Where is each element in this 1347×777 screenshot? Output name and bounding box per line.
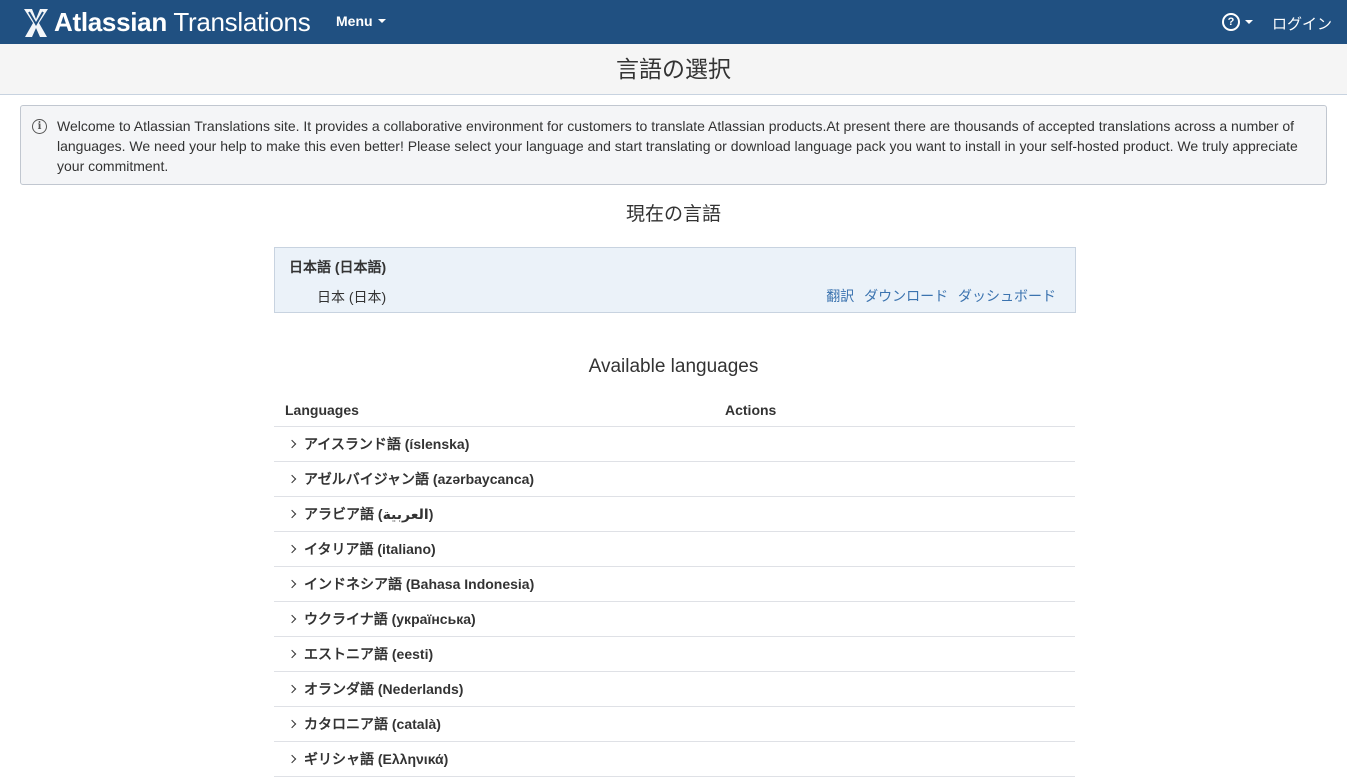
- dashboard-link[interactable]: ダッシュボード: [958, 288, 1056, 304]
- language-name: アイスランド語 (íslenska): [304, 436, 470, 452]
- language-cell: ウクライナ語 (українська): [274, 601, 714, 637]
- available-languages-table: Languages Actions アイスランド語 (íslenska) アゼル…: [274, 394, 1075, 777]
- language-name: エストニア語 (eesti): [304, 646, 434, 662]
- help-icon: ?: [1222, 13, 1240, 31]
- language-cell: カタロニア語 (català): [274, 706, 714, 742]
- info-icon: i: [32, 119, 47, 134]
- chevron-down-icon: [1245, 20, 1253, 24]
- language-name: アゼルバイジャン語 (azərbaycanca): [304, 471, 535, 487]
- chevron-right-icon: [287, 544, 297, 554]
- actions-cell: [714, 671, 1075, 707]
- chevron-right-icon: [287, 684, 297, 694]
- download-link[interactable]: ダウンロード: [864, 288, 948, 304]
- language-name: イタリア語 (italiano): [304, 541, 436, 557]
- translate-link[interactable]: 翻訳: [826, 288, 854, 304]
- language-name: カタロニア語 (català): [304, 716, 441, 732]
- table-row[interactable]: ギリシャ語 (Ελληνικά): [274, 741, 1075, 777]
- actions-cell: [714, 461, 1075, 497]
- table-row[interactable]: アゼルバイジャン語 (azərbaycanca): [274, 461, 1075, 497]
- current-language-heading: 現在の言語: [625, 204, 721, 225]
- language-name: ギリシャ語 (Ελληνικά): [304, 751, 449, 767]
- menu-dropdown-button[interactable]: Menu: [336, 13, 386, 29]
- table-row[interactable]: オランダ語 (Nederlands): [274, 671, 1075, 707]
- chevron-right-icon: [287, 509, 297, 519]
- top-navigation-bar: Atlassian Translations Menu ? ログイン: [0, 0, 1347, 44]
- page-title-band: 言語の選択: [0, 44, 1347, 95]
- language-cell: アゼルバイジャン語 (azərbaycanca): [274, 461, 714, 497]
- table-row[interactable]: イタリア語 (italiano): [274, 531, 1075, 567]
- language-name: インドネシア語 (Bahasa Indonesia): [304, 576, 535, 592]
- actions-cell: [714, 636, 1075, 672]
- actions-cell: [714, 426, 1075, 462]
- menu-label: Menu: [336, 13, 373, 29]
- chevron-right-icon: [287, 474, 297, 484]
- brand-name: Atlassian Translations: [54, 6, 311, 38]
- chevron-right-icon: [287, 579, 297, 589]
- current-language-actions: 翻訳 ダウンロード ダッシュボード: [820, 286, 1056, 306]
- table-row[interactable]: ウクライナ語 (українська): [274, 601, 1075, 637]
- language-name: オランダ語 (Nederlands): [304, 681, 464, 697]
- atlassian-logo-icon: [24, 9, 48, 37]
- actions-cell: [714, 496, 1075, 532]
- table-header-row: Languages Actions: [274, 394, 1075, 427]
- available-languages-heading: Available languages: [588, 356, 759, 377]
- current-locale-name: 日本 (日本): [317, 289, 387, 305]
- language-cell: イタリア語 (italiano): [274, 531, 714, 567]
- language-name: ウクライナ語 (українська): [304, 611, 476, 627]
- actions-cell: [714, 531, 1075, 567]
- table-row[interactable]: エストニア語 (eesti): [274, 636, 1075, 672]
- chevron-right-icon: [287, 439, 297, 449]
- actions-cell: [714, 566, 1075, 602]
- language-cell: オランダ語 (Nederlands): [274, 671, 714, 707]
- login-link[interactable]: ログイン: [1272, 13, 1332, 34]
- language-cell: エストニア語 (eesti): [274, 636, 714, 672]
- chevron-right-icon: [287, 649, 297, 659]
- chevron-right-icon: [287, 754, 297, 764]
- brand-name-light: Translations: [166, 6, 311, 37]
- welcome-info-message: i Welcome to Atlassian Translations site…: [20, 105, 1327, 185]
- current-language-panel: 日本語 (日本語) 日本 (日本) 翻訳 ダウンロード ダッシュボード: [274, 247, 1076, 313]
- actions-cell: [714, 706, 1075, 742]
- language-cell: インドネシア語 (Bahasa Indonesia): [274, 566, 714, 602]
- table-row[interactable]: インドネシア語 (Bahasa Indonesia): [274, 566, 1075, 602]
- language-name: アラビア語 (العربية): [304, 506, 434, 522]
- column-header-actions: Actions: [714, 394, 1075, 427]
- column-header-languages: Languages: [274, 394, 714, 427]
- chevron-right-icon: [287, 719, 297, 729]
- welcome-message-text: Welcome to Atlassian Translations site. …: [57, 118, 1298, 174]
- page-title: 言語の選択: [616, 56, 731, 82]
- brand-name-bold: Atlassian: [54, 6, 167, 37]
- chevron-right-icon: [287, 614, 297, 624]
- table-row[interactable]: カタロニア語 (català): [274, 706, 1075, 742]
- table-row[interactable]: アラビア語 (العربية): [274, 496, 1075, 532]
- current-language-name: 日本語 (日本語): [289, 259, 387, 275]
- language-cell: ギリシャ語 (Ελληνικά): [274, 741, 714, 777]
- chevron-down-icon: [377, 19, 386, 23]
- language-cell: アイスランド語 (íslenska): [274, 426, 714, 462]
- actions-cell: [714, 741, 1075, 777]
- atlassian-translations-logo[interactable]: Atlassian Translations: [20, 4, 311, 40]
- table-row[interactable]: アイスランド語 (íslenska): [274, 426, 1075, 462]
- help-dropdown-button[interactable]: ?: [1222, 13, 1253, 31]
- actions-cell: [714, 601, 1075, 637]
- language-cell: アラビア語 (العربية): [274, 496, 714, 532]
